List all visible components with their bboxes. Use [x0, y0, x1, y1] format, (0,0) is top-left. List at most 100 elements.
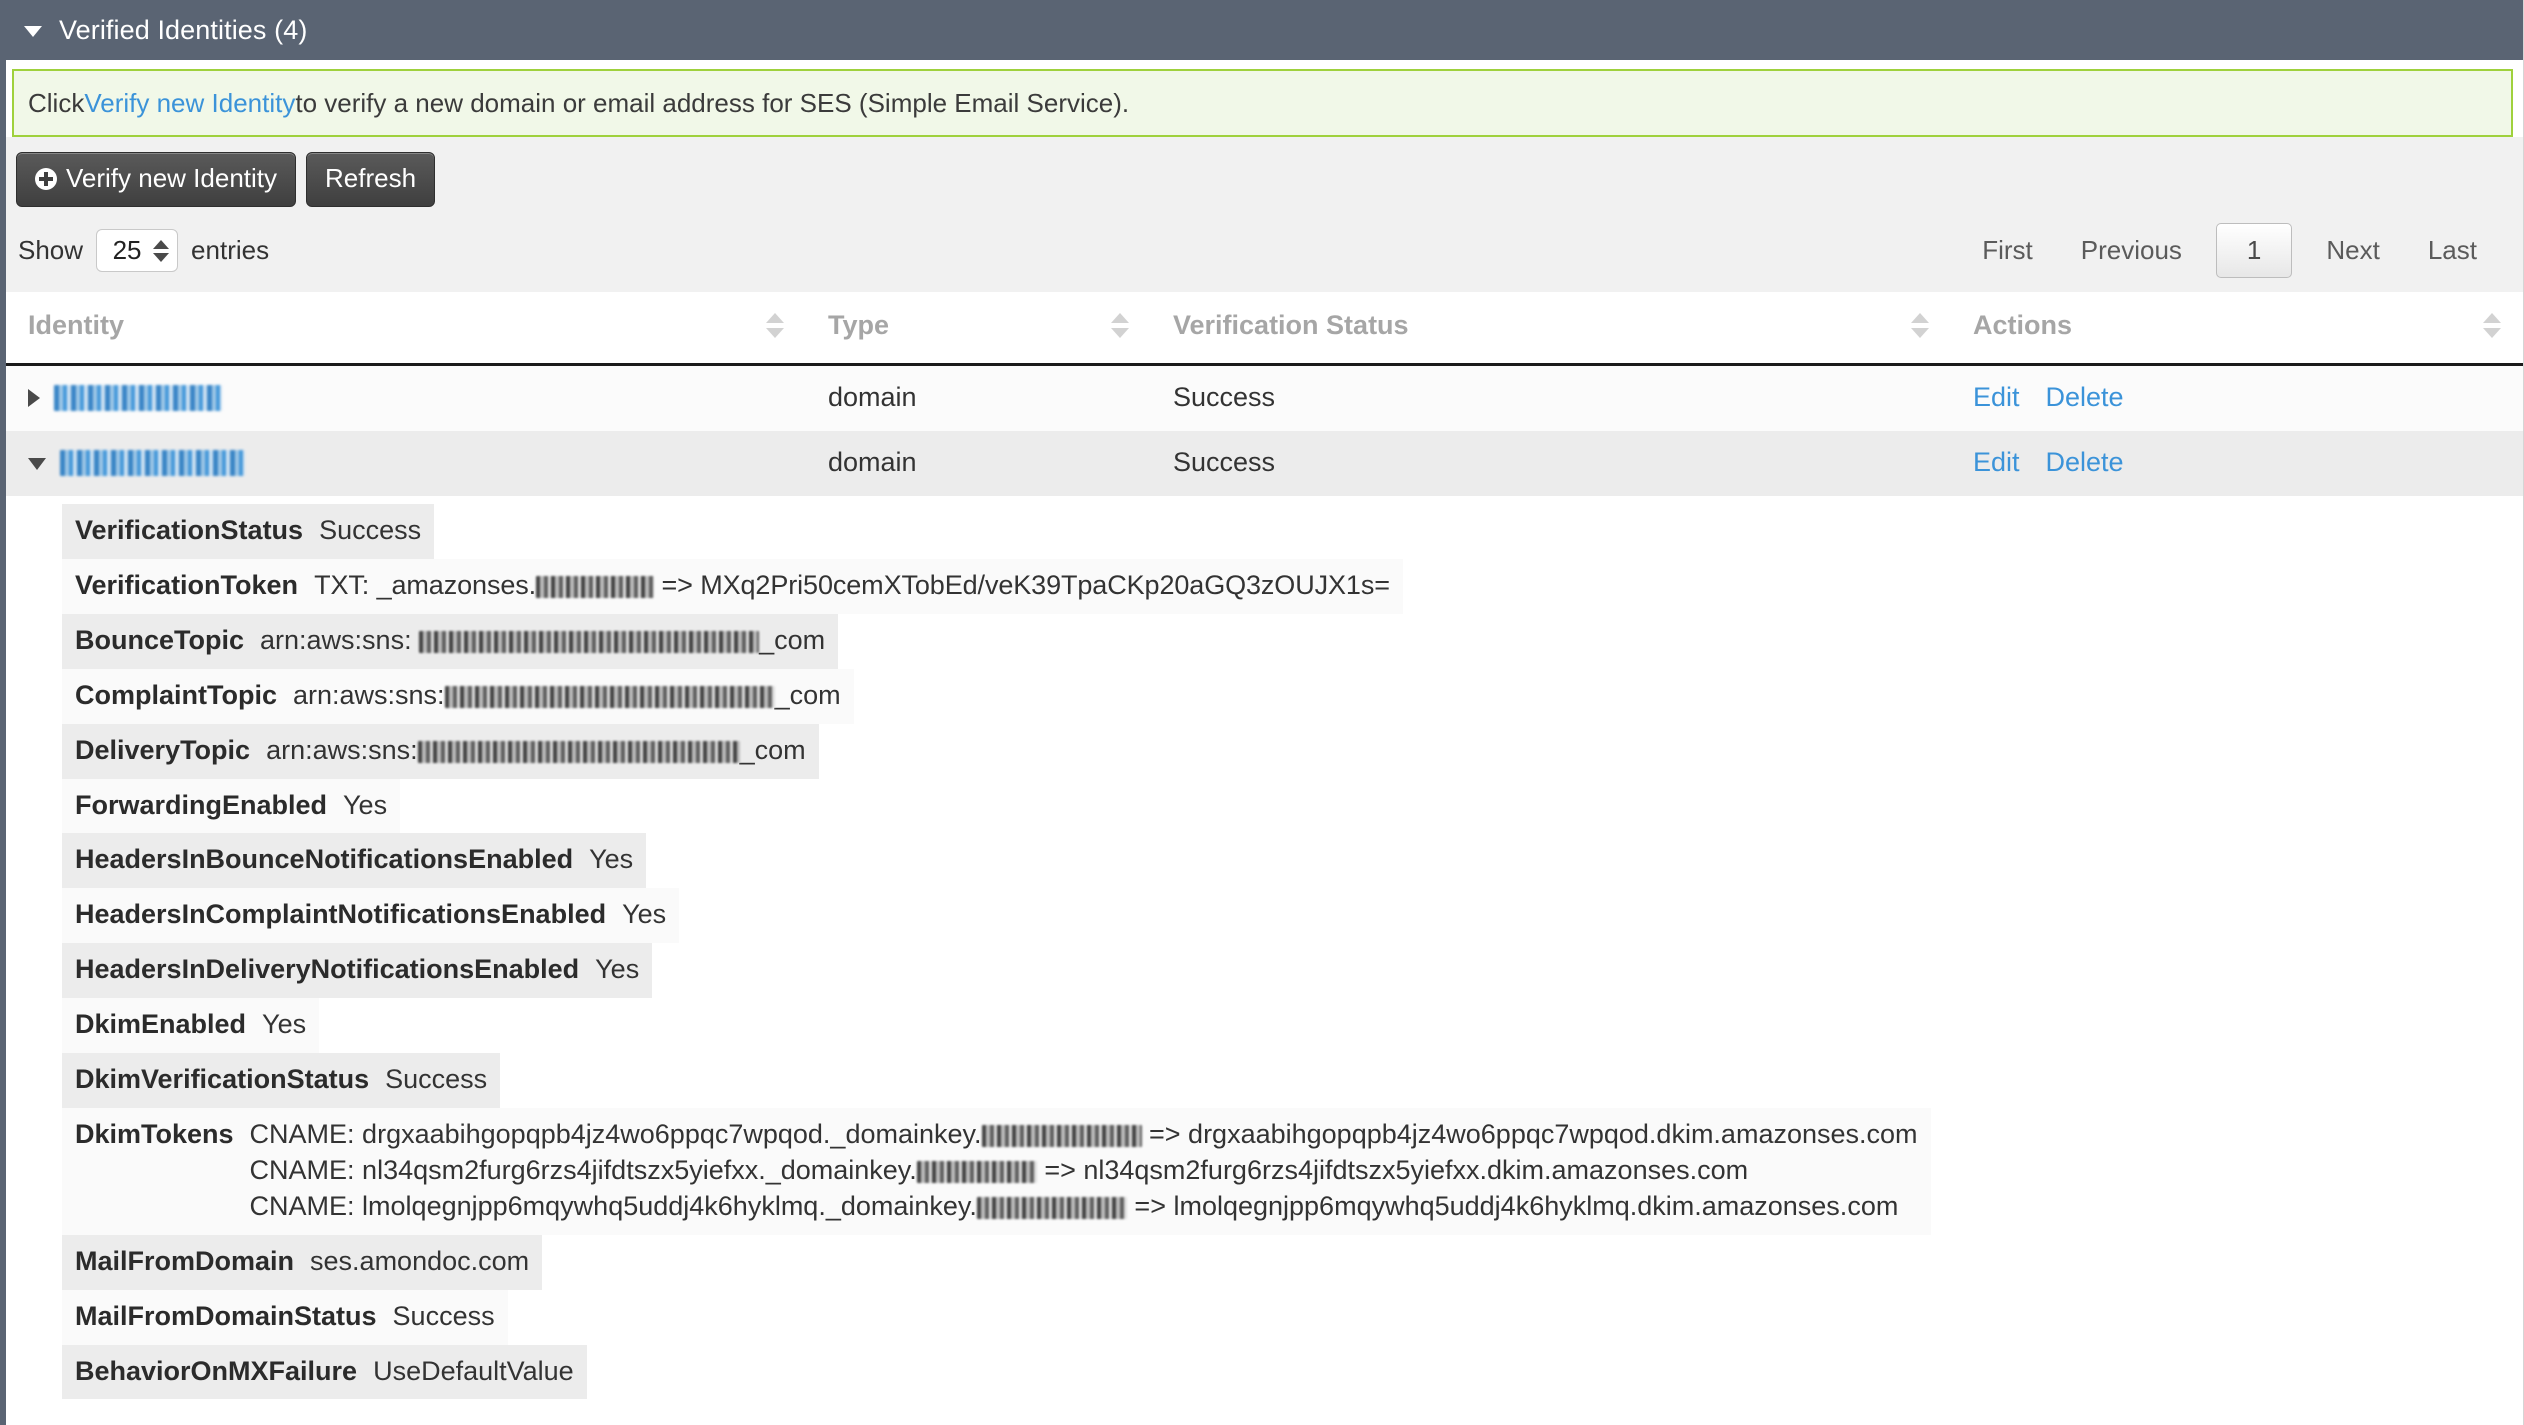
detail-key: DkimTokens: [75, 1117, 234, 1153]
detail-value: UseDefaultValue: [373, 1354, 574, 1390]
identity-label-redacted[interactable]: [60, 450, 245, 476]
detail-row-dkimtokens: DkimTokens CNAME: drgxaabihgopqpb4jz4wo6…: [62, 1108, 1931, 1235]
entries-stepper[interactable]: 25: [96, 229, 178, 272]
column-header-actions[interactable]: Actions: [1951, 292, 2523, 365]
alert-prefix: Click: [28, 88, 84, 119]
cell-verification-status: Success: [1151, 431, 1951, 496]
toolbar: Verify new Identity Refresh: [6, 137, 2523, 223]
detail-key: BehaviorOnMXFailure: [75, 1354, 357, 1390]
stepper-up-icon[interactable]: [153, 240, 169, 249]
pager-first[interactable]: First: [1958, 227, 2057, 274]
detail-row-behavioronmxfailure: BehaviorOnMXFailure UseDefaultValue: [62, 1345, 587, 1400]
cell-type: domain: [806, 431, 1151, 496]
sort-icon[interactable]: [1911, 313, 1929, 338]
table-header-row: Identity Type Verification Status Action…: [6, 292, 2523, 365]
page-title: Verified Identities (4): [59, 15, 307, 46]
panel-header[interactable]: Verified Identities (4): [6, 0, 2523, 60]
detail-key: VerificationToken: [75, 568, 298, 604]
detail-value: arn:aws:sns:_com: [266, 733, 806, 769]
show-label: Show: [18, 235, 83, 266]
pager-last[interactable]: Last: [2404, 227, 2501, 274]
identity-label-redacted[interactable]: [54, 385, 222, 411]
edit-link[interactable]: Edit: [1973, 382, 2020, 412]
column-header-actions-label: Actions: [1973, 310, 2072, 340]
detail-row-mailfromdomainstatus: MailFromDomainStatus Success: [62, 1290, 508, 1345]
detail-row-headersinbouncenotificationsenabled: HeadersInBounceNotificationsEnabled Yes: [62, 833, 646, 888]
detail-key: DkimEnabled: [75, 1007, 246, 1043]
stepper-arrows-icon[interactable]: [153, 240, 169, 262]
expand-row-icon[interactable]: [28, 389, 40, 407]
verify-new-identity-link[interactable]: Verify new Identity: [84, 88, 295, 119]
detail-value: arn:aws:sns:_com: [293, 678, 841, 714]
column-header-type-label: Type: [828, 310, 889, 340]
detail-key: DeliveryTopic: [75, 733, 250, 769]
detail-value: Yes: [595, 952, 639, 988]
detail-key: DkimVerificationStatus: [75, 1062, 369, 1098]
detail-key: ComplaintTopic: [75, 678, 277, 714]
detail-row-forwardingenabled: ForwardingEnabled Yes: [62, 779, 400, 834]
detail-key: ForwardingEnabled: [75, 788, 327, 824]
detail-value: ses.amondoc.com: [310, 1244, 529, 1280]
edit-link[interactable]: Edit: [1973, 447, 2020, 477]
cell-identity[interactable]: [6, 431, 806, 496]
verify-new-identity-button[interactable]: Verify new Identity: [16, 152, 296, 207]
detail-row-dkimverificationstatus: DkimVerificationStatus Success: [62, 1053, 500, 1108]
detail-value: Success: [319, 513, 421, 549]
detail-value: Yes: [589, 842, 633, 878]
length-menu: Show 25 entries: [18, 229, 269, 272]
column-header-verification-status[interactable]: Verification Status: [1151, 292, 1951, 365]
verify-new-identity-button-label: Verify new Identity: [66, 163, 277, 194]
column-header-verification-status-label: Verification Status: [1173, 310, 1409, 340]
table-row[interactable]: domain Success Edit Delete: [6, 365, 2523, 432]
detail-value: Yes: [343, 788, 387, 824]
cell-type: domain: [806, 365, 1151, 432]
detail-row-headersincomplaintnotificationsenabled: HeadersInComplaintNotificationsEnabled Y…: [62, 888, 679, 943]
entries-value: 25: [111, 235, 143, 266]
detail-row-complainttopic: ComplaintTopic arn:aws:sns:_com: [62, 669, 854, 724]
delete-link[interactable]: Delete: [2046, 447, 2124, 477]
verified-identities-panel: Verified Identities (4) Click Verify new…: [0, 0, 2524, 1425]
cell-actions: Edit Delete: [1951, 431, 2523, 496]
detail-value: Success: [393, 1299, 495, 1335]
identity-detail-panel: VerificationStatus Success VerificationT…: [6, 496, 2523, 1425]
detail-key: BounceTopic: [75, 623, 244, 659]
column-header-identity-label: Identity: [28, 310, 124, 340]
identities-table: Identity Type Verification Status Action…: [6, 292, 2523, 496]
sort-icon[interactable]: [2483, 313, 2501, 338]
plus-circle-icon: [35, 168, 57, 190]
detail-row-headersindeliverynotificationsenabled: HeadersInDeliveryNotificationsEnabled Ye…: [62, 943, 652, 998]
cell-verification-status: Success: [1151, 365, 1951, 432]
info-alert: Click Verify new Identity to verify a ne…: [12, 69, 2513, 137]
caret-down-icon[interactable]: [24, 26, 42, 37]
detail-key: VerificationStatus: [75, 513, 303, 549]
pagination: First Previous 1 Next Last: [1958, 223, 2501, 278]
detail-value: arn:aws:sns: _com: [260, 623, 825, 659]
detail-row-bouncetopic: BounceTopic arn:aws:sns: _com: [62, 614, 838, 669]
entries-label: entries: [191, 235, 269, 266]
detail-row-deliverytopic: DeliveryTopic arn:aws:sns:_com: [62, 724, 819, 779]
detail-row-verificationtoken: VerificationToken TXT: _amazonses. => MX…: [62, 559, 1403, 614]
column-header-type[interactable]: Type: [806, 292, 1151, 365]
cell-identity[interactable]: [6, 365, 806, 432]
sort-icon[interactable]: [1111, 313, 1129, 338]
table-row[interactable]: domain Success Edit Delete: [6, 431, 2523, 496]
detail-key: MailFromDomain: [75, 1244, 294, 1280]
column-header-identity[interactable]: Identity: [6, 292, 806, 365]
pager-previous[interactable]: Previous: [2057, 227, 2206, 274]
pager-next[interactable]: Next: [2302, 227, 2403, 274]
sort-icon[interactable]: [766, 313, 784, 338]
stepper-down-icon[interactable]: [153, 253, 169, 262]
detail-key: MailFromDomainStatus: [75, 1299, 377, 1335]
pager-page-1[interactable]: 1: [2216, 223, 2292, 278]
detail-row-dkimenabled: DkimEnabled Yes: [62, 998, 319, 1053]
detail-key: HeadersInBounceNotificationsEnabled: [75, 842, 573, 878]
detail-value: Yes: [622, 897, 666, 933]
delete-link[interactable]: Delete: [2046, 382, 2124, 412]
detail-key: HeadersInComplaintNotificationsEnabled: [75, 897, 606, 933]
refresh-button[interactable]: Refresh: [306, 152, 435, 207]
detail-value: Success: [385, 1062, 487, 1098]
alert-suffix: to verify a new domain or email address …: [295, 88, 1129, 119]
collapse-row-icon[interactable]: [28, 458, 46, 470]
detail-row-mailfromdomain: MailFromDomain ses.amondoc.com: [62, 1235, 542, 1290]
cell-actions: Edit Delete: [1951, 365, 2523, 432]
